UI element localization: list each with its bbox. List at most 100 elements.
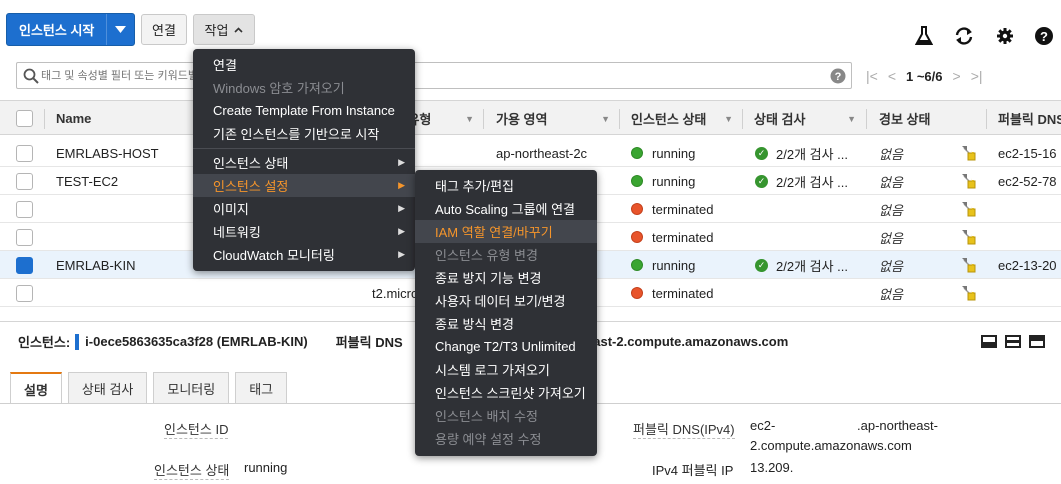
public-dns: [998, 279, 1061, 307]
public-dns: ec2-15-16: [998, 145, 1057, 161]
submenu-item-screenshot[interactable]: 인스턴스 스크린샷 가져오기: [415, 381, 597, 404]
instance-id-field-label: 인스턴스 ID: [164, 419, 229, 439]
layout-middle-icon[interactable]: [1005, 335, 1021, 348]
col-status-checks[interactable]: 상태 검사 ▼: [754, 101, 864, 136]
instance-state: terminated: [631, 195, 741, 223]
submenu-item-t2t3-unlimited[interactable]: Change T2/T3 Unlimited: [415, 335, 597, 358]
check-circle-icon: ✓: [755, 146, 768, 160]
chevron-right-icon: ▶: [398, 157, 405, 167]
col-public-dns[interactable]: 퍼블릭 DNS: [998, 101, 1061, 136]
status-check: ✓ 2/2개 검사 ...: [755, 167, 855, 195]
actions-menu: 연결 Windows 암호 가져오기 Create Template From …: [193, 49, 415, 271]
public-dns-ipv4-value-1: ec2-: [750, 418, 776, 433]
chevron-up-icon: [234, 26, 244, 33]
instance-name: EMRLAB-KIN: [56, 257, 136, 273]
help-icon[interactable]: ?: [1032, 24, 1056, 48]
alarm-bell-icon[interactable]: [960, 279, 980, 307]
connect-button[interactable]: 연결: [141, 14, 187, 45]
tab-tags[interactable]: 태그: [235, 372, 288, 404]
submenu-item-attach-asg[interactable]: Auto Scaling 그룹에 연결: [415, 197, 597, 220]
col-availability-zone[interactable]: 가용 영역 ▼: [496, 101, 618, 136]
submenu-item-shutdown-behavior[interactable]: 종료 방식 변경: [415, 312, 597, 335]
menu-item-cloudwatch[interactable]: CloudWatch 모니터링 ▶: [193, 243, 415, 266]
availability-zone: ap-northeast-2c: [496, 145, 588, 161]
svg-text:?: ?: [835, 71, 842, 83]
status-check: ✓ 2/2개 검사 ...: [755, 251, 855, 279]
next-page-icon[interactable]: >: [953, 68, 961, 84]
alarm-bell-icon[interactable]: [960, 139, 980, 167]
table-row[interactable]: EMRLABS-HOST ap-northeast-2c running ✓ 2/2개 …: [0, 139, 1061, 167]
first-page-icon[interactable]: |<: [866, 68, 878, 84]
last-page-icon[interactable]: >|: [971, 68, 983, 84]
gear-icon[interactable]: [993, 24, 1017, 48]
menu-item-image[interactable]: 이미지 ▶: [193, 197, 415, 220]
col-instance-state[interactable]: 인스턴스 상태 ▼: [631, 101, 741, 136]
row-checkbox[interactable]: [16, 256, 33, 274]
submenu-item-system-log[interactable]: 시스템 로그 가져오기: [415, 358, 597, 381]
layout-bottom-icon[interactable]: [981, 335, 997, 348]
tab-description[interactable]: 설명: [10, 372, 62, 404]
instance-state: terminated: [631, 223, 741, 251]
help-circle-icon[interactable]: ?: [830, 68, 846, 84]
instance-settings-submenu: 태그 추가/편집 Auto Scaling 그룹에 연결 IAM 역할 연결/바…: [415, 170, 597, 456]
row-checkbox[interactable]: [16, 144, 33, 162]
submenu-item-termination-protection[interactable]: 종료 방지 기능 변경: [415, 266, 597, 289]
alarm-bell-icon[interactable]: [960, 251, 980, 279]
menu-item-instance-state[interactable]: 인스턴스 상태 ▶: [193, 151, 415, 174]
row-checkbox[interactable]: [16, 228, 33, 246]
alarm-bell-icon[interactable]: [960, 223, 980, 251]
select-all-checkbox[interactable]: [16, 110, 33, 127]
alarm-status: 없음: [879, 146, 903, 162]
menu-item-instance-settings[interactable]: 인스턴스 설정 ▶: [193, 174, 415, 197]
col-alarm-status[interactable]: 경보 상태: [879, 101, 979, 136]
layout-top-icon[interactable]: [1029, 335, 1045, 348]
menu-item-networking[interactable]: 네트워킹 ▶: [193, 220, 415, 243]
state-dot-icon: [631, 231, 643, 243]
row-checkbox[interactable]: [16, 284, 33, 302]
menu-item-create-template[interactable]: Create Template From Instance: [193, 99, 415, 122]
refresh-icon[interactable]: [952, 24, 976, 48]
ipv4-public-ip-value: 13.209.: [750, 460, 794, 475]
public-dns-ipv4-label: 퍼블릭 DNS(IPv4): [633, 419, 735, 439]
prev-page-icon[interactable]: <: [888, 68, 896, 84]
instance-state-value: running: [244, 460, 288, 475]
actions-button[interactable]: 작업: [193, 14, 255, 45]
menu-item-launch-more-like-this[interactable]: 기존 인스턴스를 기반으로 시작: [193, 122, 415, 145]
launch-instance-label: 인스턴스 시작: [7, 14, 108, 45]
tab-monitoring[interactable]: 모니터링: [153, 372, 230, 404]
submenu-item-user-data[interactable]: 사용자 데이터 보기/변경: [415, 289, 597, 312]
search-filter[interactable]: ?: [16, 62, 852, 89]
check-circle-icon: ✓: [755, 174, 768, 188]
alarm-bell-icon[interactable]: [960, 167, 980, 195]
submenu-item-tags[interactable]: 태그 추가/편집: [415, 174, 597, 197]
chevron-down-icon[interactable]: [107, 26, 134, 33]
instance-state-field-label: 인스턴스 상태: [154, 460, 230, 480]
col-name[interactable]: Name: [56, 101, 196, 136]
instance-state: terminated: [631, 279, 741, 307]
search-icon: [23, 68, 39, 84]
chevron-right-icon: ▶: [398, 249, 405, 259]
menu-item-get-windows-password: Windows 암호 가져오기: [213, 81, 345, 96]
chevron-right-icon: ▶: [398, 180, 405, 190]
instance-label: 인스턴스:: [18, 335, 71, 350]
alarm-bell-icon[interactable]: [960, 195, 980, 223]
instance-state: running: [631, 251, 741, 279]
row-checkbox[interactable]: [16, 200, 33, 218]
instance-name: [56, 279, 196, 307]
instance-state: running: [631, 139, 741, 167]
selection-marker: [75, 333, 80, 350]
submenu-item-capacity-reservation: 용량 예약 설정 수정: [435, 432, 542, 447]
submenu-item-iam-role[interactable]: IAM 역할 연결/바꾸기: [415, 220, 597, 243]
public-dns: ec2-13-20: [998, 257, 1057, 273]
alarm-status: 없음: [879, 230, 903, 246]
tab-status-checks[interactable]: 상태 검사: [67, 372, 148, 404]
panel-layout-icons: [981, 335, 1045, 348]
menu-item-connect[interactable]: 연결: [193, 53, 415, 76]
svg-text:?: ?: [1040, 29, 1048, 44]
row-checkbox[interactable]: [16, 172, 33, 190]
public-dns-ipv4-value-2: .ap-northeast-: [857, 418, 938, 433]
state-dot-icon: [631, 259, 643, 271]
launch-instance-button[interactable]: 인스턴스 시작: [6, 13, 135, 46]
instance-name: [56, 223, 196, 251]
flask-icon[interactable]: [912, 24, 936, 48]
